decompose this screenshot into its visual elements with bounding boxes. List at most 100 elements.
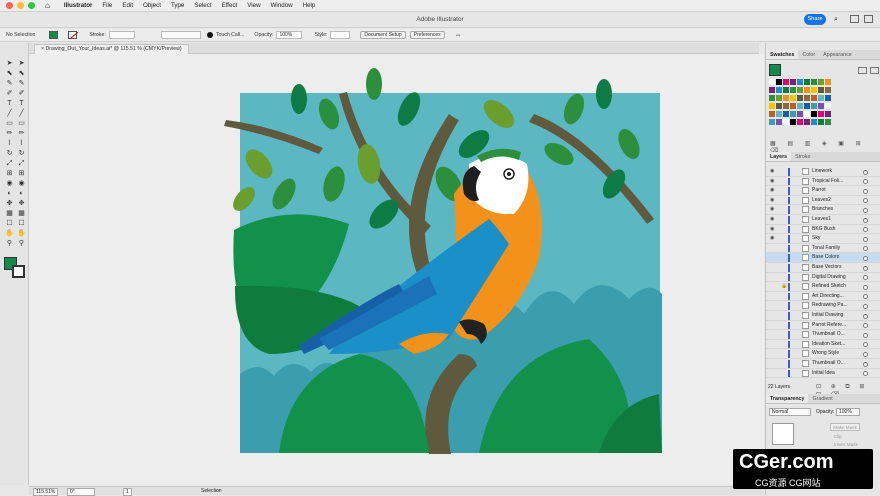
alt-type-tool-icon[interactable]: T — [17, 99, 26, 108]
alt-direct-selection-tool-icon[interactable]: ⬉ — [17, 69, 26, 78]
color-swatch[interactable] — [797, 87, 803, 93]
selection-tool-icon[interactable]: ➤ — [5, 59, 14, 68]
color-swatch[interactable] — [790, 103, 796, 109]
brush-name[interactable]: Touch Call... — [216, 32, 245, 38]
alt-artboard-tool-icon[interactable]: ☐ — [17, 219, 26, 228]
alt-hand-tool-icon[interactable]: ✋ — [17, 229, 26, 238]
color-swatch[interactable] — [776, 79, 782, 85]
opacity-field-panel[interactable]: 100% — [836, 408, 860, 416]
color-swatch[interactable] — [804, 111, 810, 117]
alt-pen-tool-icon[interactable]: ✎ — [17, 79, 26, 88]
visibility-eye-icon[interactable]: ◉ — [770, 225, 774, 235]
color-swatch[interactable] — [825, 111, 831, 117]
curvature-tool-icon[interactable]: ✐ — [5, 89, 14, 98]
tab-stroke[interactable]: Stroke — [791, 152, 814, 161]
color-swatch[interactable] — [797, 95, 803, 101]
color-swatch[interactable] — [811, 103, 817, 109]
color-swatch[interactable] — [825, 103, 831, 109]
layer-row[interactable]: ◉ Branches — [766, 205, 880, 215]
visibility-eye-icon[interactable]: ◉ — [770, 215, 774, 225]
active-fill-swatch[interactable] — [769, 64, 781, 76]
layer-target-icon[interactable] — [863, 169, 868, 175]
menu-edit[interactable]: Edit — [122, 2, 133, 9]
color-swatch[interactable] — [776, 103, 782, 109]
layer-row[interactable]: 🔒 Refined Sketch — [766, 282, 880, 292]
alt-symbol-sprayer-tool-icon[interactable]: ▦ — [17, 209, 26, 218]
color-swatch[interactable] — [811, 119, 817, 125]
layer-target-icon[interactable] — [863, 227, 868, 233]
tab-appearance[interactable]: Appearance — [819, 50, 856, 59]
color-swatch[interactable] — [818, 111, 824, 117]
invert-mask-checkbox[interactable]: Invert Mask — [834, 442, 858, 447]
make-mask-button[interactable]: Make Mask — [830, 423, 860, 431]
gradient-tool-icon[interactable]: ◐ — [5, 189, 14, 198]
layer-target-icon[interactable] — [863, 255, 868, 261]
color-swatch[interactable] — [790, 111, 796, 117]
search-icon[interactable]: ⌕ — [834, 16, 842, 23]
alt-zoom-tool-icon[interactable]: ⚲ — [17, 239, 26, 248]
visibility-eye-icon[interactable]: ◉ — [770, 196, 774, 206]
color-swatch[interactable] — [804, 87, 810, 93]
layer-row[interactable]: ◉ BKG Bush — [766, 225, 880, 235]
rotate-tool-icon[interactable]: ↻ — [5, 149, 14, 158]
tab-gradient[interactable]: Gradient — [808, 394, 836, 403]
layer-target-icon[interactable] — [863, 323, 868, 329]
color-swatch[interactable] — [776, 95, 782, 101]
line-tool-icon[interactable]: ╱ — [5, 109, 14, 118]
layer-target-icon[interactable] — [863, 188, 868, 194]
color-swatch[interactable] — [825, 95, 831, 101]
visibility-eye-icon[interactable]: ◉ — [770, 177, 774, 187]
blend-mode-dropdown[interactable]: Normal — [769, 408, 811, 416]
fill-swatch[interactable] — [49, 31, 59, 39]
menu-select[interactable]: Select — [194, 2, 211, 9]
layer-target-icon[interactable] — [863, 246, 868, 252]
visibility-eye-icon[interactable]: ◉ — [770, 234, 774, 244]
color-swatch[interactable] — [811, 111, 817, 117]
alt-eyedropper-tool-icon[interactable]: ✥ — [17, 199, 26, 208]
color-swatch[interactable] — [790, 87, 796, 93]
layer-target-icon[interactable] — [863, 313, 868, 319]
menu-app[interactable]: Illustrator — [64, 2, 93, 9]
color-swatch[interactable] — [818, 87, 824, 93]
artboard-tool-icon[interactable]: ☐ — [5, 219, 14, 228]
color-swatch[interactable] — [769, 111, 775, 117]
layer-row[interactable]: Base Colors — [766, 253, 880, 263]
minimize-window-button[interactable] — [17, 2, 24, 9]
layer-row[interactable]: Art Directing... — [766, 292, 880, 302]
stroke-weight-field[interactable] — [108, 31, 135, 39]
layer-row[interactable]: ◉ Parrot — [766, 186, 880, 196]
document-tab[interactable]: × Drawing_Out_Your_Ideas.ai* @ 115.51 % … — [34, 44, 189, 54]
alt-curvature-tool-icon[interactable]: ✐ — [17, 89, 26, 98]
color-swatch[interactable] — [804, 119, 810, 125]
layer-row[interactable]: Redrawing Pa... — [766, 301, 880, 311]
pen-tool-icon[interactable]: ✎ — [5, 79, 14, 88]
layer-target-icon[interactable] — [863, 198, 868, 204]
color-swatch[interactable] — [783, 111, 789, 117]
color-swatch[interactable] — [818, 103, 824, 109]
layer-row[interactable]: ◉ Tropical Foli... — [766, 177, 880, 187]
variable-width-dropdown[interactable] — [160, 31, 201, 39]
color-swatch[interactable] — [797, 119, 803, 125]
alt-rectangle-tool-icon[interactable]: ▭ — [17, 119, 26, 128]
lock-icon[interactable]: 🔒 — [781, 282, 787, 292]
alt-scale-tool-icon[interactable]: ⤢ — [17, 159, 26, 168]
layer-target-icon[interactable] — [863, 236, 868, 242]
visibility-eye-icon[interactable]: ◉ — [770, 186, 774, 196]
eyedropper-tool-icon[interactable]: ✥ — [5, 199, 14, 208]
tab-color[interactable]: Color — [798, 50, 819, 59]
menu-object[interactable]: Object — [143, 2, 161, 9]
layer-target-icon[interactable] — [863, 207, 868, 213]
canvas[interactable] — [29, 54, 764, 485]
color-swatch[interactable] — [804, 79, 810, 85]
layer-row[interactable]: Initial Idea — [766, 369, 880, 379]
color-swatch[interactable] — [769, 103, 775, 109]
color-swatch[interactable] — [825, 119, 831, 125]
color-swatch[interactable] — [818, 95, 824, 101]
color-swatch[interactable] — [769, 95, 775, 101]
layer-row[interactable]: Initial Drawing — [766, 311, 880, 321]
tab-swatches[interactable]: Swatches — [766, 50, 799, 59]
workspace-icon[interactable] — [864, 15, 873, 23]
color-swatch[interactable] — [825, 79, 831, 85]
type-tool-icon[interactable]: T — [5, 99, 14, 108]
menu-type[interactable]: Type — [171, 2, 184, 9]
